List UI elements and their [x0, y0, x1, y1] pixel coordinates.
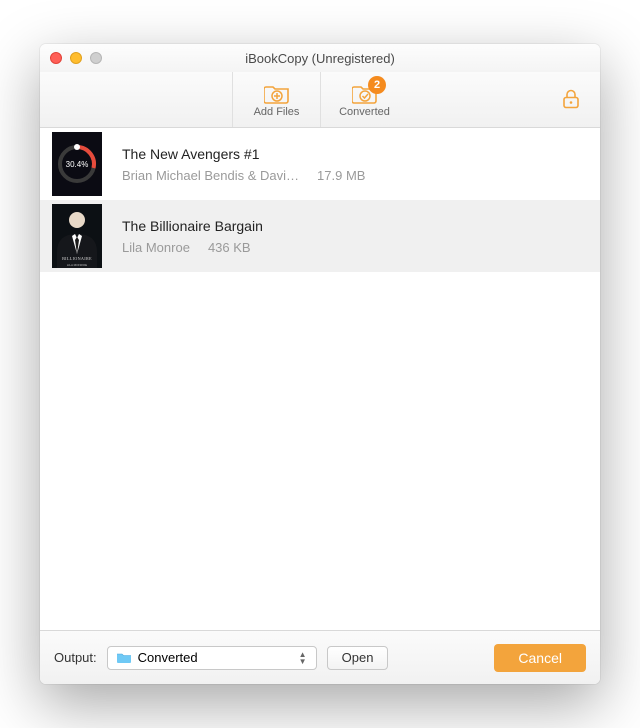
folder-icon — [116, 651, 132, 664]
book-list: 30.4% The New Avengers #1 Brian Michael … — [40, 128, 600, 630]
svg-text:LILA MONROE: LILA MONROE — [67, 263, 87, 267]
converted-badge: 2 — [368, 76, 386, 94]
close-icon[interactable] — [50, 52, 62, 64]
folder-plus-icon — [264, 82, 290, 104]
toolbar: Add Files 2 Converted — [40, 72, 600, 128]
converted-label: Converted — [339, 106, 390, 118]
lock-button[interactable] — [560, 87, 582, 112]
book-cover: BILLIONAIRE LILA MONROE — [52, 204, 102, 268]
output-label: Output: — [54, 650, 97, 665]
output-select[interactable]: Converted ▲▼ — [107, 646, 317, 670]
titlebar: iBookCopy (Unregistered) — [40, 44, 600, 72]
traffic-lights — [50, 52, 102, 64]
book-size: 17.9 MB — [317, 168, 387, 183]
maximize-icon[interactable] — [90, 52, 102, 64]
toolbar-center: Add Files 2 Converted — [232, 72, 408, 127]
list-item[interactable]: 30.4% The New Avengers #1 Brian Michael … — [40, 128, 600, 200]
book-size: 436 KB — [208, 240, 278, 255]
add-files-label: Add Files — [254, 106, 300, 118]
book-cover: 30.4% — [52, 132, 102, 196]
open-button[interactable]: Open — [327, 646, 389, 670]
book-author: Lila Monroe — [122, 240, 190, 255]
bottombar: Output: Converted ▲▼ Open Cancel — [40, 630, 600, 684]
lock-icon — [560, 87, 582, 109]
cover-suit-icon: BILLIONAIRE LILA MONROE — [52, 204, 102, 268]
add-files-button[interactable]: Add Files — [232, 72, 320, 127]
book-meta: Lila Monroe 436 KB — [122, 240, 588, 255]
book-title: The New Avengers #1 — [122, 146, 588, 162]
app-window: iBookCopy (Unregistered) Add Files 2 Con… — [40, 44, 600, 684]
minimize-icon[interactable] — [70, 52, 82, 64]
chevron-updown-icon: ▲▼ — [296, 651, 310, 665]
book-title: The Billionaire Bargain — [122, 218, 588, 234]
book-meta: Brian Michael Bendis & Davi… 17.9 MB — [122, 168, 588, 183]
converted-button[interactable]: 2 Converted — [320, 72, 408, 127]
book-author: Brian Michael Bendis & Davi… — [122, 168, 299, 183]
book-info: The Billionaire Bargain Lila Monroe 436 … — [122, 218, 588, 255]
progress-text: 30.4% — [66, 160, 89, 169]
cancel-button[interactable]: Cancel — [494, 644, 586, 672]
progress-ring-icon: 30.4% — [52, 132, 102, 196]
book-info: The New Avengers #1 Brian Michael Bendis… — [122, 146, 588, 183]
window-title: iBookCopy (Unregistered) — [245, 51, 395, 66]
svg-text:BILLIONAIRE: BILLIONAIRE — [62, 256, 92, 261]
list-item[interactable]: BILLIONAIRE LILA MONROE The Billionaire … — [40, 200, 600, 272]
output-selected: Converted — [138, 650, 198, 665]
